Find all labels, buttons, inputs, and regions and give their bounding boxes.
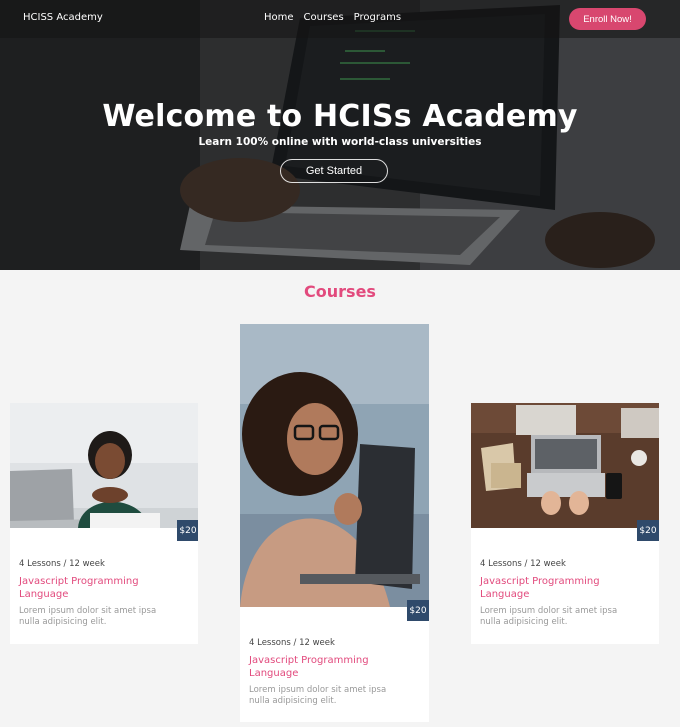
course-image-student-glasses <box>240 324 429 607</box>
enroll-now-button[interactable]: Enroll Now! <box>569 8 646 30</box>
price-tag: $20 <box>407 600 429 621</box>
lessons-info: 4 Lessons / 12 week <box>480 559 566 569</box>
hero-title: Welcome to HCISs Academy <box>102 99 578 134</box>
course-description: Lorem ipsum dolor sit amet ipsa nulla ad… <box>249 685 387 706</box>
hero-overlay <box>0 0 680 270</box>
course-image-desk-laptop <box>471 403 659 528</box>
lessons-info: 4 Lessons / 12 week <box>249 638 335 648</box>
nav-link-home[interactable]: Home <box>264 12 294 23</box>
course-description: Lorem ipsum dolor sit amet ipsa nulla ad… <box>480 606 618 627</box>
price-tag: $20 <box>637 520 659 541</box>
course-description: Lorem ipsum dolor sit amet ipsa nulla ad… <box>19 606 157 627</box>
hero-banner: HCISS Academy Home Courses Programs Enro… <box>0 0 680 270</box>
price-tag: $20 <box>177 520 198 541</box>
brand-logo[interactable]: HCISS Academy <box>23 12 103 23</box>
course-title-link[interactable]: Javascript Programming Language <box>19 575 169 601</box>
course-title-link[interactable]: Javascript Programming Language <box>249 654 399 680</box>
nav-links: Home Courses Programs <box>264 12 401 23</box>
lessons-info: 4 Lessons / 12 week <box>19 559 105 569</box>
get-started-button[interactable]: Get Started <box>280 159 388 183</box>
top-navbar: HCISS Academy Home Courses Programs Enro… <box>0 0 680 38</box>
hero-subtitle: Learn 100% online with world-class unive… <box>198 136 482 148</box>
courses-section-title: Courses <box>304 282 376 301</box>
nav-link-programs[interactable]: Programs <box>354 12 401 23</box>
course-card[interactable]: $20 4 Lessons / 12 week Javascript Progr… <box>240 324 429 722</box>
course-card[interactable]: $20 4 Lessons / 12 week Javascript Progr… <box>10 403 198 644</box>
course-card[interactable]: $20 4 Lessons / 12 week Javascript Progr… <box>471 403 659 644</box>
course-image-student-laptop <box>10 403 198 528</box>
nav-link-courses[interactable]: Courses <box>304 12 344 23</box>
course-title-link[interactable]: Javascript Programming Language <box>480 575 630 601</box>
